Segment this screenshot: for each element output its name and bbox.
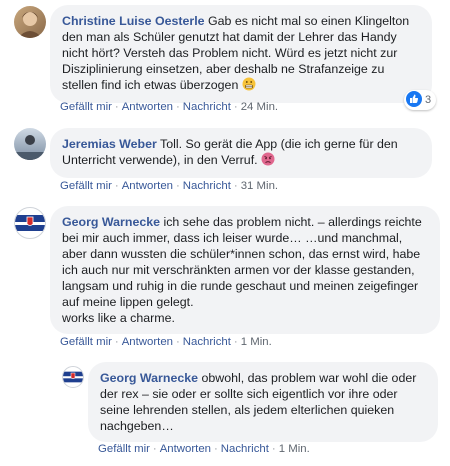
message-link[interactable]: Nachricht	[183, 336, 231, 348]
angry-face-icon	[261, 152, 275, 170]
message-link[interactable]: Nachricht	[183, 180, 231, 192]
reaction-count[interactable]: 3	[404, 90, 437, 110]
comment-time[interactable]: 24 Min.	[241, 101, 278, 113]
comment-actions: Gefällt mir · Antworten · Nachricht · 1 Min.	[60, 336, 272, 348]
comment-author[interactable]: Christine Luise Oesterle	[62, 14, 205, 28]
comment-time[interactable]: 1 Min.	[241, 336, 272, 348]
reply-link[interactable]: Antworten	[160, 443, 211, 455]
comment-text: ich sehe das problem nicht. – allerdings…	[62, 215, 422, 309]
comment-author[interactable]: Jeremias Weber	[62, 137, 157, 151]
like-link[interactable]: Gefällt mir	[98, 443, 150, 455]
comment-actions: Gefällt mir · Antworten · Nachricht · 1 Min.	[98, 443, 310, 455]
message-link[interactable]: Nachricht	[183, 101, 231, 113]
comment-text-closing: works like a charme.	[62, 311, 175, 325]
like-link[interactable]: Gefällt mir	[60, 336, 112, 348]
comment-bubble: Jeremias Weber Toll. So gerät die App (d…	[50, 128, 432, 178]
reply-link[interactable]: Antworten	[122, 336, 173, 348]
comment-bubble: Georg Warnecke ich sehe das problem nich…	[50, 206, 440, 334]
message-link[interactable]: Nachricht	[221, 443, 269, 455]
avatar[interactable]	[14, 128, 46, 160]
avatar[interactable]	[62, 366, 84, 388]
reaction-number: 3	[425, 94, 432, 106]
reply-link[interactable]: Antworten	[122, 101, 173, 113]
avatar[interactable]	[14, 6, 46, 38]
comment-time[interactable]: 31 Min.	[241, 180, 278, 192]
comment-author[interactable]: Georg Warnecke	[62, 215, 160, 229]
like-link[interactable]: Gefällt mir	[60, 180, 112, 192]
like-link[interactable]: Gefällt mir	[60, 101, 112, 113]
comment-actions: Gefällt mir · Antworten · Nachricht · 31 Min.	[60, 180, 279, 192]
comment-bubble: Christine Luise Oesterle Gab es nicht ma…	[50, 5, 432, 103]
comment-bubble: Georg Warnecke obwohl, das problem war w…	[88, 362, 438, 442]
reply-link[interactable]: Antworten	[122, 180, 173, 192]
comment-author[interactable]: Georg Warnecke	[100, 371, 198, 385]
like-icon	[406, 90, 422, 110]
grimacing-face-icon	[242, 77, 256, 95]
avatar[interactable]	[14, 207, 46, 239]
comment-time[interactable]: 1 Min.	[279, 443, 310, 455]
comment-actions: Gefällt mir · Antworten · Nachricht · 24 Min.	[60, 101, 279, 113]
